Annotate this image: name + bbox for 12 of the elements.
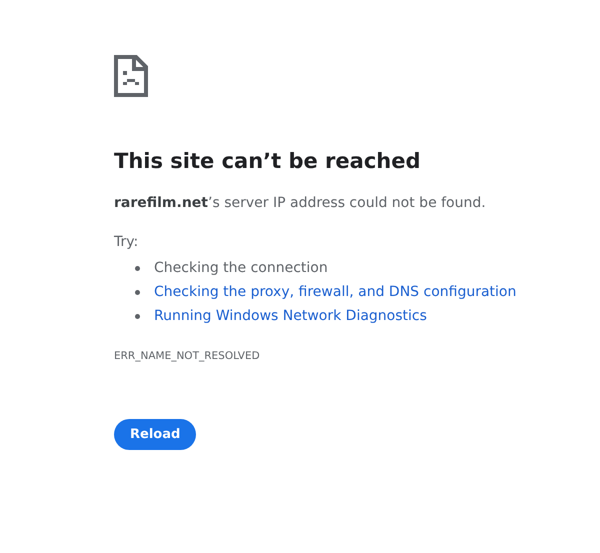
suggestion-link[interactable]: Running Windows Network Diagnostics xyxy=(154,308,427,324)
sad-page-icon xyxy=(114,55,148,97)
try-label: Try: xyxy=(114,233,140,252)
error-message: rarefilm.net’s server IP address could not be found. xyxy=(114,194,487,213)
suggestion-text: Checking the connection xyxy=(154,260,328,276)
bullet-icon xyxy=(135,266,140,270)
bullet-icon xyxy=(135,314,140,318)
error-code: ERR_NAME_NOT_RESOLVED xyxy=(114,349,261,364)
bullet-icon xyxy=(135,290,140,294)
reload-button[interactable]: Reload xyxy=(114,419,196,450)
suggestion-link[interactable]: Checking the proxy, firewall, and DNS configuration xyxy=(154,284,516,300)
error-heading: This site can’t be reached xyxy=(114,148,422,175)
